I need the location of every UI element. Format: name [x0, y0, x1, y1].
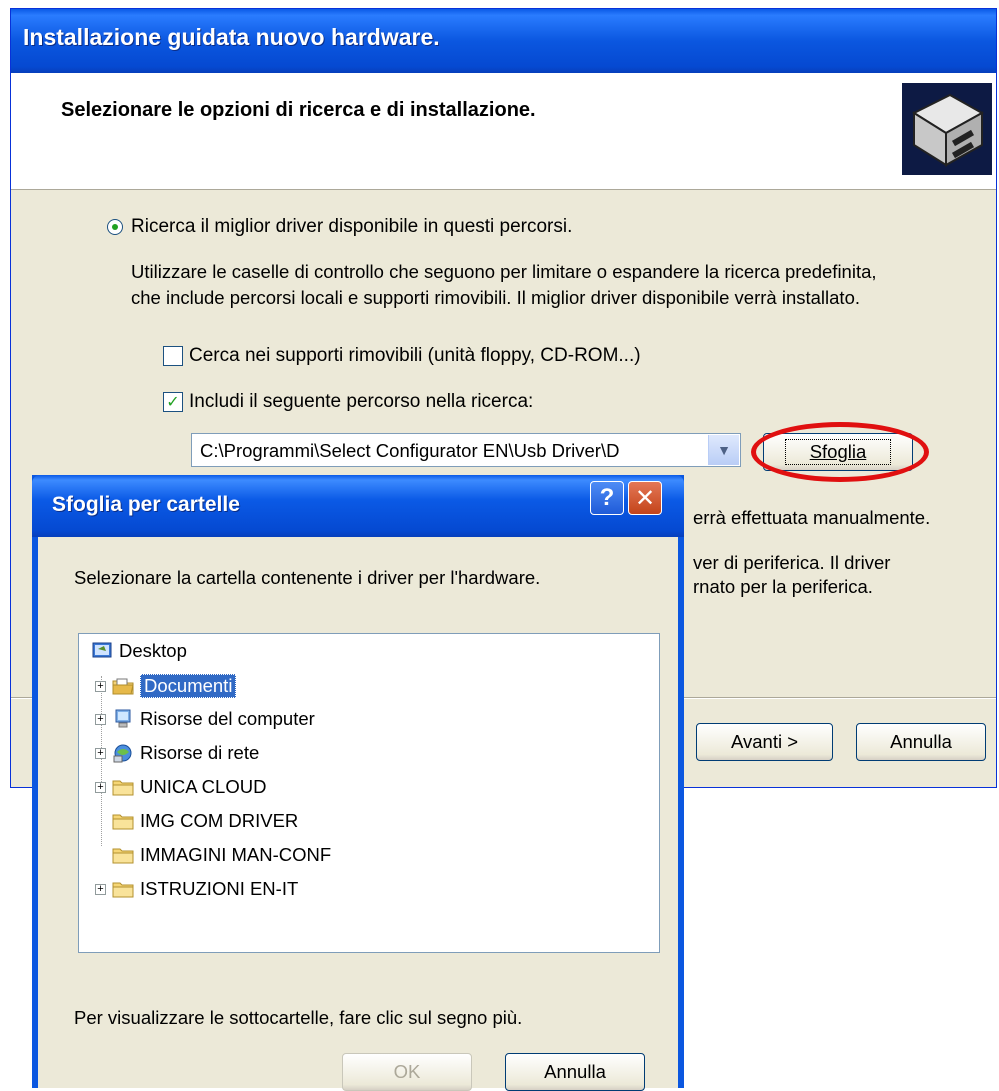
search-best-driver-radio[interactable]: Ricerca il miglior driver disponibile in… — [107, 216, 572, 238]
tree-item-img-com-driver[interactable]: IMG COM DRIVER — [95, 810, 298, 832]
tree-item-desktop[interactable]: Desktop — [91, 640, 187, 662]
help-button[interactable]: ? — [590, 481, 624, 515]
search-removable-checkbox[interactable]: Cerca nei supporti rimovibili (unità flo… — [163, 345, 641, 367]
browse-cancel-button[interactable]: Annulla — [505, 1053, 645, 1091]
folder-icon — [112, 777, 134, 797]
path-value[interactable]: C:\Programmi\Select Configurator EN\Usb … — [200, 440, 619, 462]
tree-label-risorse-computer: Risorse del computer — [140, 708, 315, 729]
expand-plus-icon[interactable]: + — [95, 713, 106, 725]
browse-folder-dialog: Sfoglia per cartelle ? ✕ Selezionare la … — [32, 475, 684, 1091]
wizard-title: Installazione guidata nuovo hardware. — [23, 24, 440, 50]
tree-label-desktop: Desktop — [119, 640, 187, 661]
checkbox-checked[interactable]: ✓ — [163, 392, 183, 412]
browse-body: Selezionare la cartella contenente i dri… — [38, 537, 678, 1088]
tree-item-unica-cloud[interactable]: + UNICA CLOUD — [95, 776, 266, 798]
radio-label: Ricerca il miglior driver disponibile in… — [131, 216, 573, 237]
hardware-icon — [902, 83, 992, 175]
folder-icon — [112, 879, 134, 899]
browse-instruction: Selezionare la cartella contenente i dri… — [74, 567, 541, 588]
desktop-icon — [91, 641, 113, 661]
expand-plus-icon[interactable]: + — [95, 883, 106, 895]
wizard-cancel-label: Annulla — [890, 731, 952, 752]
folder-tree[interactable]: Desktop + Documenti + Risorse del comput… — [78, 633, 660, 953]
tree-item-risorse-rete[interactable]: + Risorse di rete — [95, 742, 259, 764]
network-icon — [112, 743, 134, 763]
folder-icon — [112, 845, 134, 865]
tree-item-istruzioni-en-it[interactable]: + ISTRUZIONI EN-IT — [95, 878, 298, 900]
partial-text-2: ver di periferica. Il driver — [693, 552, 891, 573]
computer-icon — [112, 709, 134, 729]
search-description: Utilizzare le caselle di controllo che s… — [131, 259, 991, 311]
wizard-heading: Selezionare le opzioni di ricerca e di i… — [61, 99, 536, 121]
browse-cancel-label: Annulla — [544, 1061, 606, 1082]
red-highlight-ring — [751, 422, 929, 482]
radio-button[interactable] — [107, 219, 123, 235]
tree-label-immagini-man-conf: IMMAGINI MAN-CONF — [140, 844, 332, 865]
wizard-header: Selezionare le opzioni di ricerca e di i… — [11, 73, 996, 190]
wizard-cancel-button[interactable]: Annulla — [856, 723, 986, 761]
browse-title: Sfoglia per cartelle — [52, 493, 240, 516]
partial-text-1: errà effettuata manualmente. — [693, 507, 931, 528]
tree-label-unica-cloud: UNICA CLOUD — [140, 776, 267, 797]
expand-plus-icon[interactable]: + — [95, 680, 106, 692]
ok-button[interactable]: OK — [342, 1053, 472, 1091]
tree-item-risorse-computer[interactable]: + Risorse del computer — [95, 708, 315, 730]
documents-folder-icon — [112, 676, 134, 696]
expand-plus-icon[interactable]: + — [95, 781, 106, 793]
browse-titlebar[interactable]: Sfoglia per cartelle ? ✕ — [32, 475, 684, 537]
folder-icon — [112, 811, 134, 831]
expand-plus-icon[interactable]: + — [95, 747, 106, 759]
path-combobox[interactable]: C:\Programmi\Select Configurator EN\Usb … — [191, 433, 741, 467]
next-button[interactable]: Avanti > — [696, 723, 833, 761]
tree-item-documenti[interactable]: + Documenti — [95, 674, 237, 698]
close-button[interactable]: ✕ — [628, 481, 662, 515]
close-icon: ✕ — [634, 484, 656, 512]
tree-label-risorse-rete: Risorse di rete — [140, 742, 260, 763]
help-icon: ? — [599, 484, 615, 511]
tree-item-immagini-man-conf[interactable]: IMMAGINI MAN-CONF — [95, 844, 331, 866]
tree-label-istruzioni-en-it: ISTRUZIONI EN-IT — [140, 878, 299, 899]
browse-hint: Per visualizzare le sottocartelle, fare … — [74, 1007, 523, 1028]
include-path-checkbox[interactable]: ✓ Includi il seguente percorso nella ric… — [163, 391, 533, 413]
chevron-down-icon[interactable]: ▼ — [708, 435, 739, 465]
tree-label-documenti: Documenti — [140, 674, 237, 698]
description-line-1: Utilizzare le caselle di controllo che s… — [131, 261, 877, 282]
checkbox-unchecked[interactable] — [163, 346, 183, 366]
tree-label-img-com-driver: IMG COM DRIVER — [140, 810, 299, 831]
wizard-titlebar[interactable]: Installazione guidata nuovo hardware. — [11, 9, 996, 73]
description-line-2: che include percorsi locali e supporti r… — [131, 287, 860, 308]
next-button-label: Avanti > — [730, 731, 799, 752]
ok-button-label: OK — [393, 1061, 421, 1082]
checkbox-removable-label: Cerca nei supporti rimovibili (unità flo… — [189, 345, 641, 366]
partial-text-3: rnato per la periferica. — [693, 576, 873, 597]
checkbox-path-label: Includi il seguente percorso nella ricer… — [189, 391, 534, 412]
